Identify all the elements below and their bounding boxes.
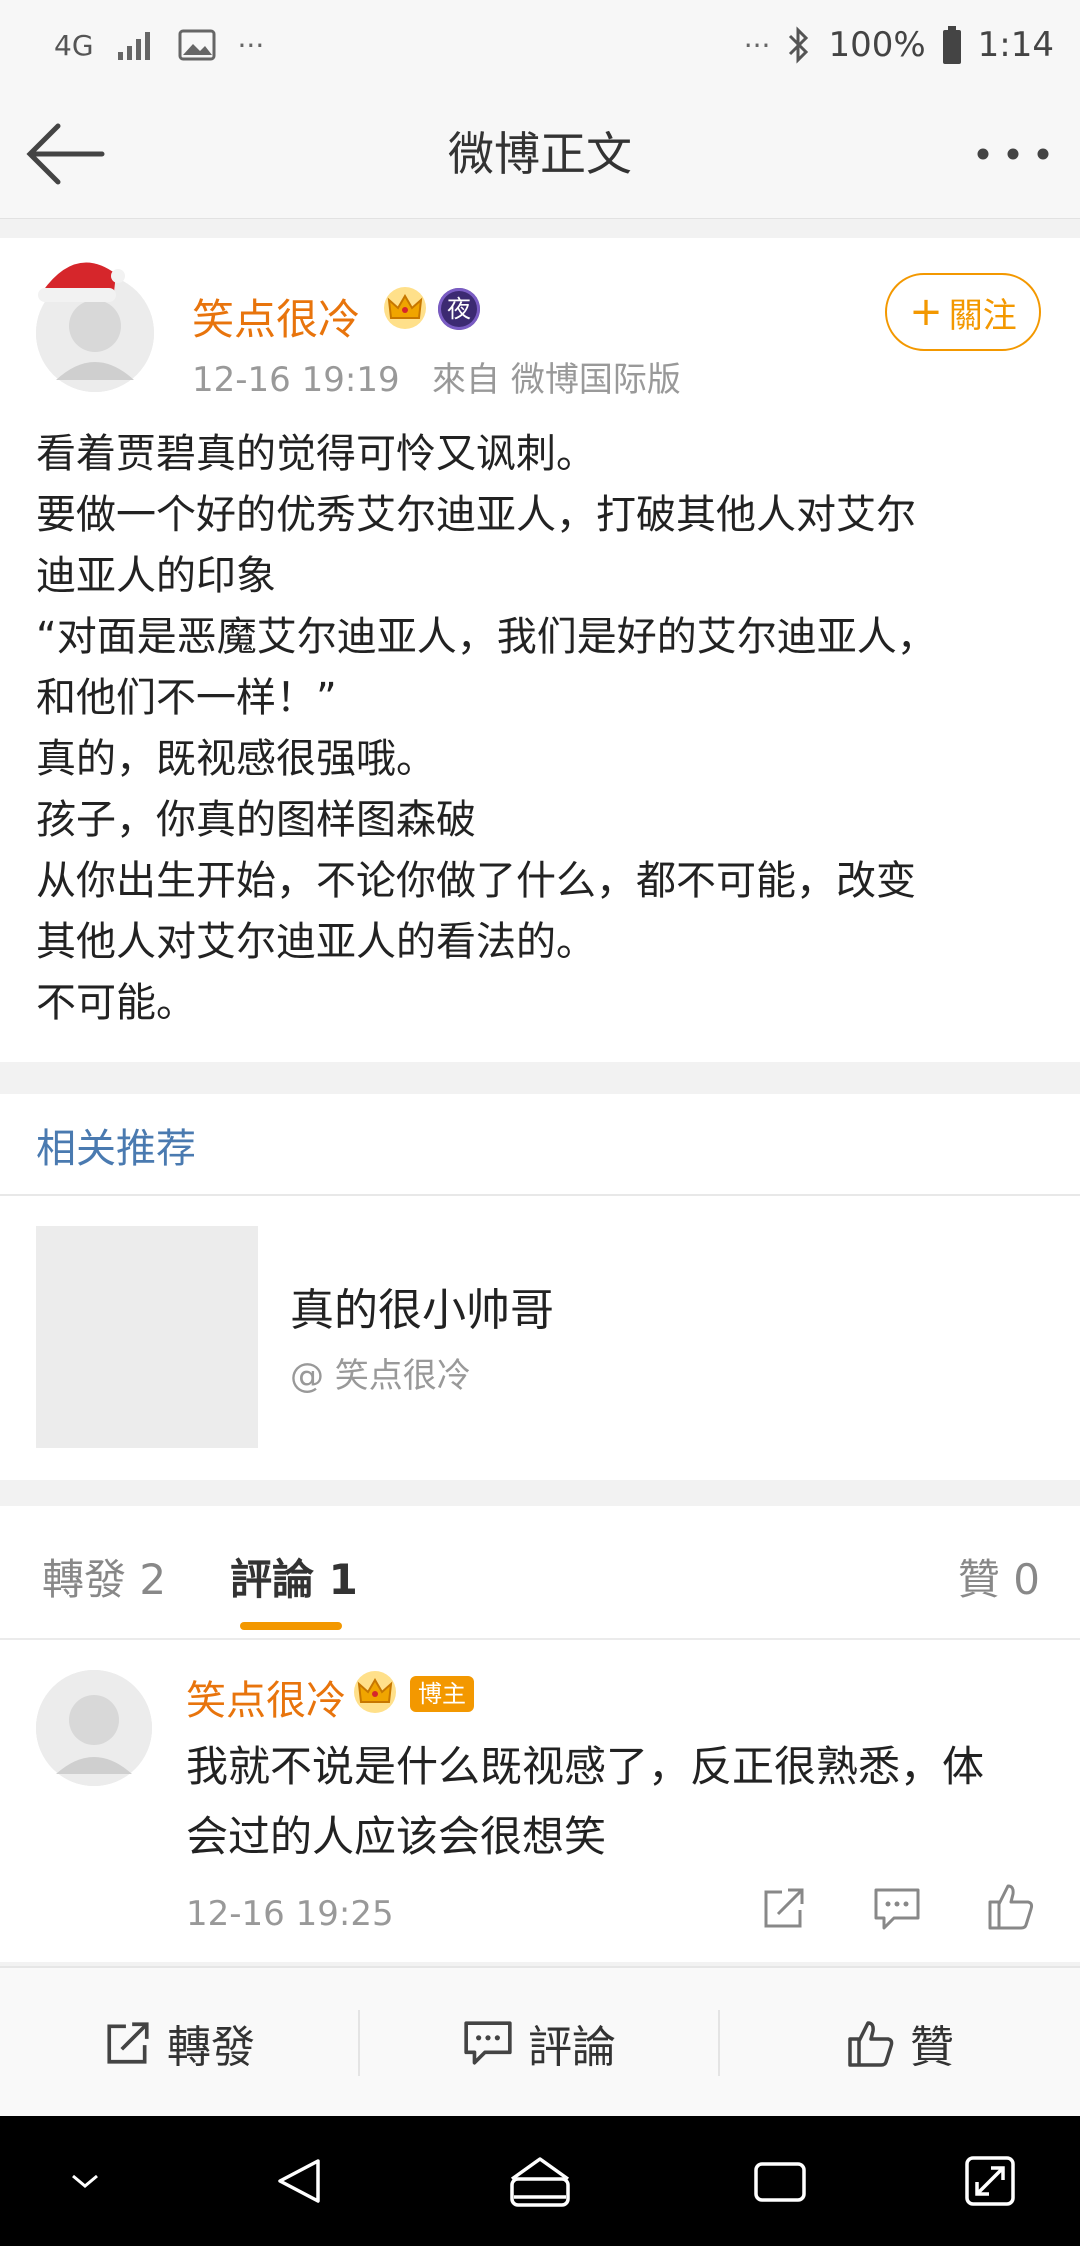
nav-recents-button[interactable] <box>735 2116 825 2246</box>
page-title: 微博正文 <box>448 127 632 181</box>
post-line: 要做一个好的优秀艾尔迪亚人，打破其他人对艾尔 <box>36 492 916 538</box>
comment-text: 我就不说是什么既视感了，反正很熟悉，体 会过的人应该会很想笑 <box>186 1732 1046 1872</box>
post-line: 迪亚人的印象 <box>36 553 276 599</box>
follow-label: 關注 <box>948 295 1017 336</box>
tab-comments[interactable]: 評論 1 <box>230 1546 358 1607</box>
network-indicator: 4G <box>54 28 94 62</box>
commenter-avatar-image <box>36 1670 152 1786</box>
plus-icon: + <box>909 289 943 335</box>
battery-icon <box>942 26 961 64</box>
post-line: 真的，既视感很强哦。 <box>36 736 436 782</box>
related-item-author[interactable]: @ 笑点很冷 <box>290 1348 471 1397</box>
commenter-name[interactable]: 笑点很冷 <box>186 1668 346 1726</box>
nav-bar: 微博正文 <box>0 90 1080 219</box>
comment-item: 笑点很冷 博主 我就不说是什么既视感了，反正很熟悉，体 会过的人应该会很想笑 1… <box>0 1640 1080 1962</box>
interaction-tabs: 轉發 2 評論 1 贊 0 <box>0 1506 1080 1640</box>
comment-label: 評論 <box>528 2022 616 2073</box>
nav-collapse-button[interactable] <box>40 2116 130 2246</box>
status-more-icon: ··· <box>237 28 265 62</box>
expand-icon <box>965 2156 1015 2206</box>
commenter-avatar[interactable] <box>36 1670 152 1786</box>
back-triangle-icon <box>278 2159 320 2203</box>
santa-hat-icon <box>38 262 125 302</box>
battery-percent: 100% <box>828 25 926 65</box>
back-arrow-icon[interactable] <box>22 120 106 188</box>
recents-icon <box>754 2162 806 2202</box>
status-time: 1:14 <box>977 25 1054 65</box>
post-line: 从你出生开始，不论你做了什么，都不可能，改变 <box>36 858 916 904</box>
tab-reposts[interactable]: 轉發 2 <box>42 1546 166 1607</box>
nav-expand-button[interactable] <box>945 2116 1035 2246</box>
thumbs-up-icon <box>848 2021 894 2067</box>
author-name[interactable]: 笑点很冷 <box>192 286 360 347</box>
nav-home-button[interactable] <box>495 2116 585 2246</box>
post-line: 不可能。 <box>36 980 196 1026</box>
divider <box>0 1194 1080 1196</box>
post-line: 孩子，你真的图样图森破 <box>36 797 476 843</box>
comment-line: 会过的人应该会很想笑 <box>186 1812 607 1861</box>
like-label: 贊 <box>910 2022 954 2073</box>
repost-label: 轉發 <box>167 2022 255 2073</box>
thumbs-up-icon[interactable] <box>986 1880 1036 1932</box>
avatar[interactable] <box>36 262 154 392</box>
home-icon <box>510 2157 570 2207</box>
repost-icon <box>107 2022 149 2064</box>
system-nav-bar <box>0 2116 1080 2246</box>
related-item-title[interactable]: 真的很小帅哥 <box>290 1274 554 1338</box>
crown-vip-icon <box>354 1671 396 1713</box>
comment-button[interactable]: 評論 <box>360 1968 718 2118</box>
post-body: 看着贾碧真的觉得可怜又讽刺。 要做一个好的优秀艾尔迪亚人，打破其他人对艾尔 迪亚… <box>36 424 1046 1034</box>
gallery-icon <box>178 29 216 61</box>
post-line: 看着贾碧真的觉得可怜又讽刺。 <box>36 431 596 477</box>
comment-icon[interactable] <box>872 1886 922 1932</box>
repost-button[interactable]: 轉發 <box>0 1968 358 2118</box>
post-meta: 12-16 19:19 來自 微博国际版 <box>192 360 681 400</box>
post-line: 其他人对艾尔迪亚人的看法的。 <box>36 919 596 965</box>
author-badge: 博主 <box>410 1676 474 1712</box>
share-icon[interactable] <box>760 1884 808 1932</box>
status-bar: 4G ··· ··· 100% 1:14 <box>0 0 1080 90</box>
post-line: “对面是恶魔艾尔迪亚人，我们是好的艾尔迪亚人， <box>36 614 937 660</box>
action-bar: 轉發 評論 贊 <box>0 1966 1080 2118</box>
tab-likes[interactable]: 贊 0 <box>958 1546 1040 1607</box>
signal-icon <box>117 32 150 60</box>
comment-time: 12-16 19:25 <box>186 1894 394 1934</box>
nav-back-button[interactable] <box>255 2116 345 2246</box>
follow-button[interactable]: + 關注 <box>885 273 1041 351</box>
comment-icon <box>464 2021 512 2065</box>
post-card: 笑点很冷 夜 12-16 19:19 來自 微博国际版 + 關注 看着贾碧真的觉… <box>0 238 1080 1062</box>
chevron-down-icon <box>72 2174 98 2188</box>
related-section: 相关推荐 真的很小帅哥 @ 笑点很冷 <box>0 1094 1080 1480</box>
night-badge-icon: 夜 <box>438 288 480 330</box>
comment-line: 我就不说是什么既视感了，反正很熟悉，体 <box>186 1742 985 1791</box>
like-button[interactable]: 贊 <box>720 1968 1080 2118</box>
related-title: 相关推荐 <box>36 1126 196 1172</box>
more-options-icon[interactable] <box>974 140 1052 168</box>
status-more-right-icon: ··· <box>743 28 771 62</box>
active-tab-indicator <box>240 1622 342 1630</box>
related-thumbnail[interactable] <box>36 1226 258 1448</box>
bluetooth-icon <box>789 26 809 64</box>
crown-vip-icon <box>384 287 426 329</box>
post-line: 和他们不一样！” <box>36 675 337 721</box>
